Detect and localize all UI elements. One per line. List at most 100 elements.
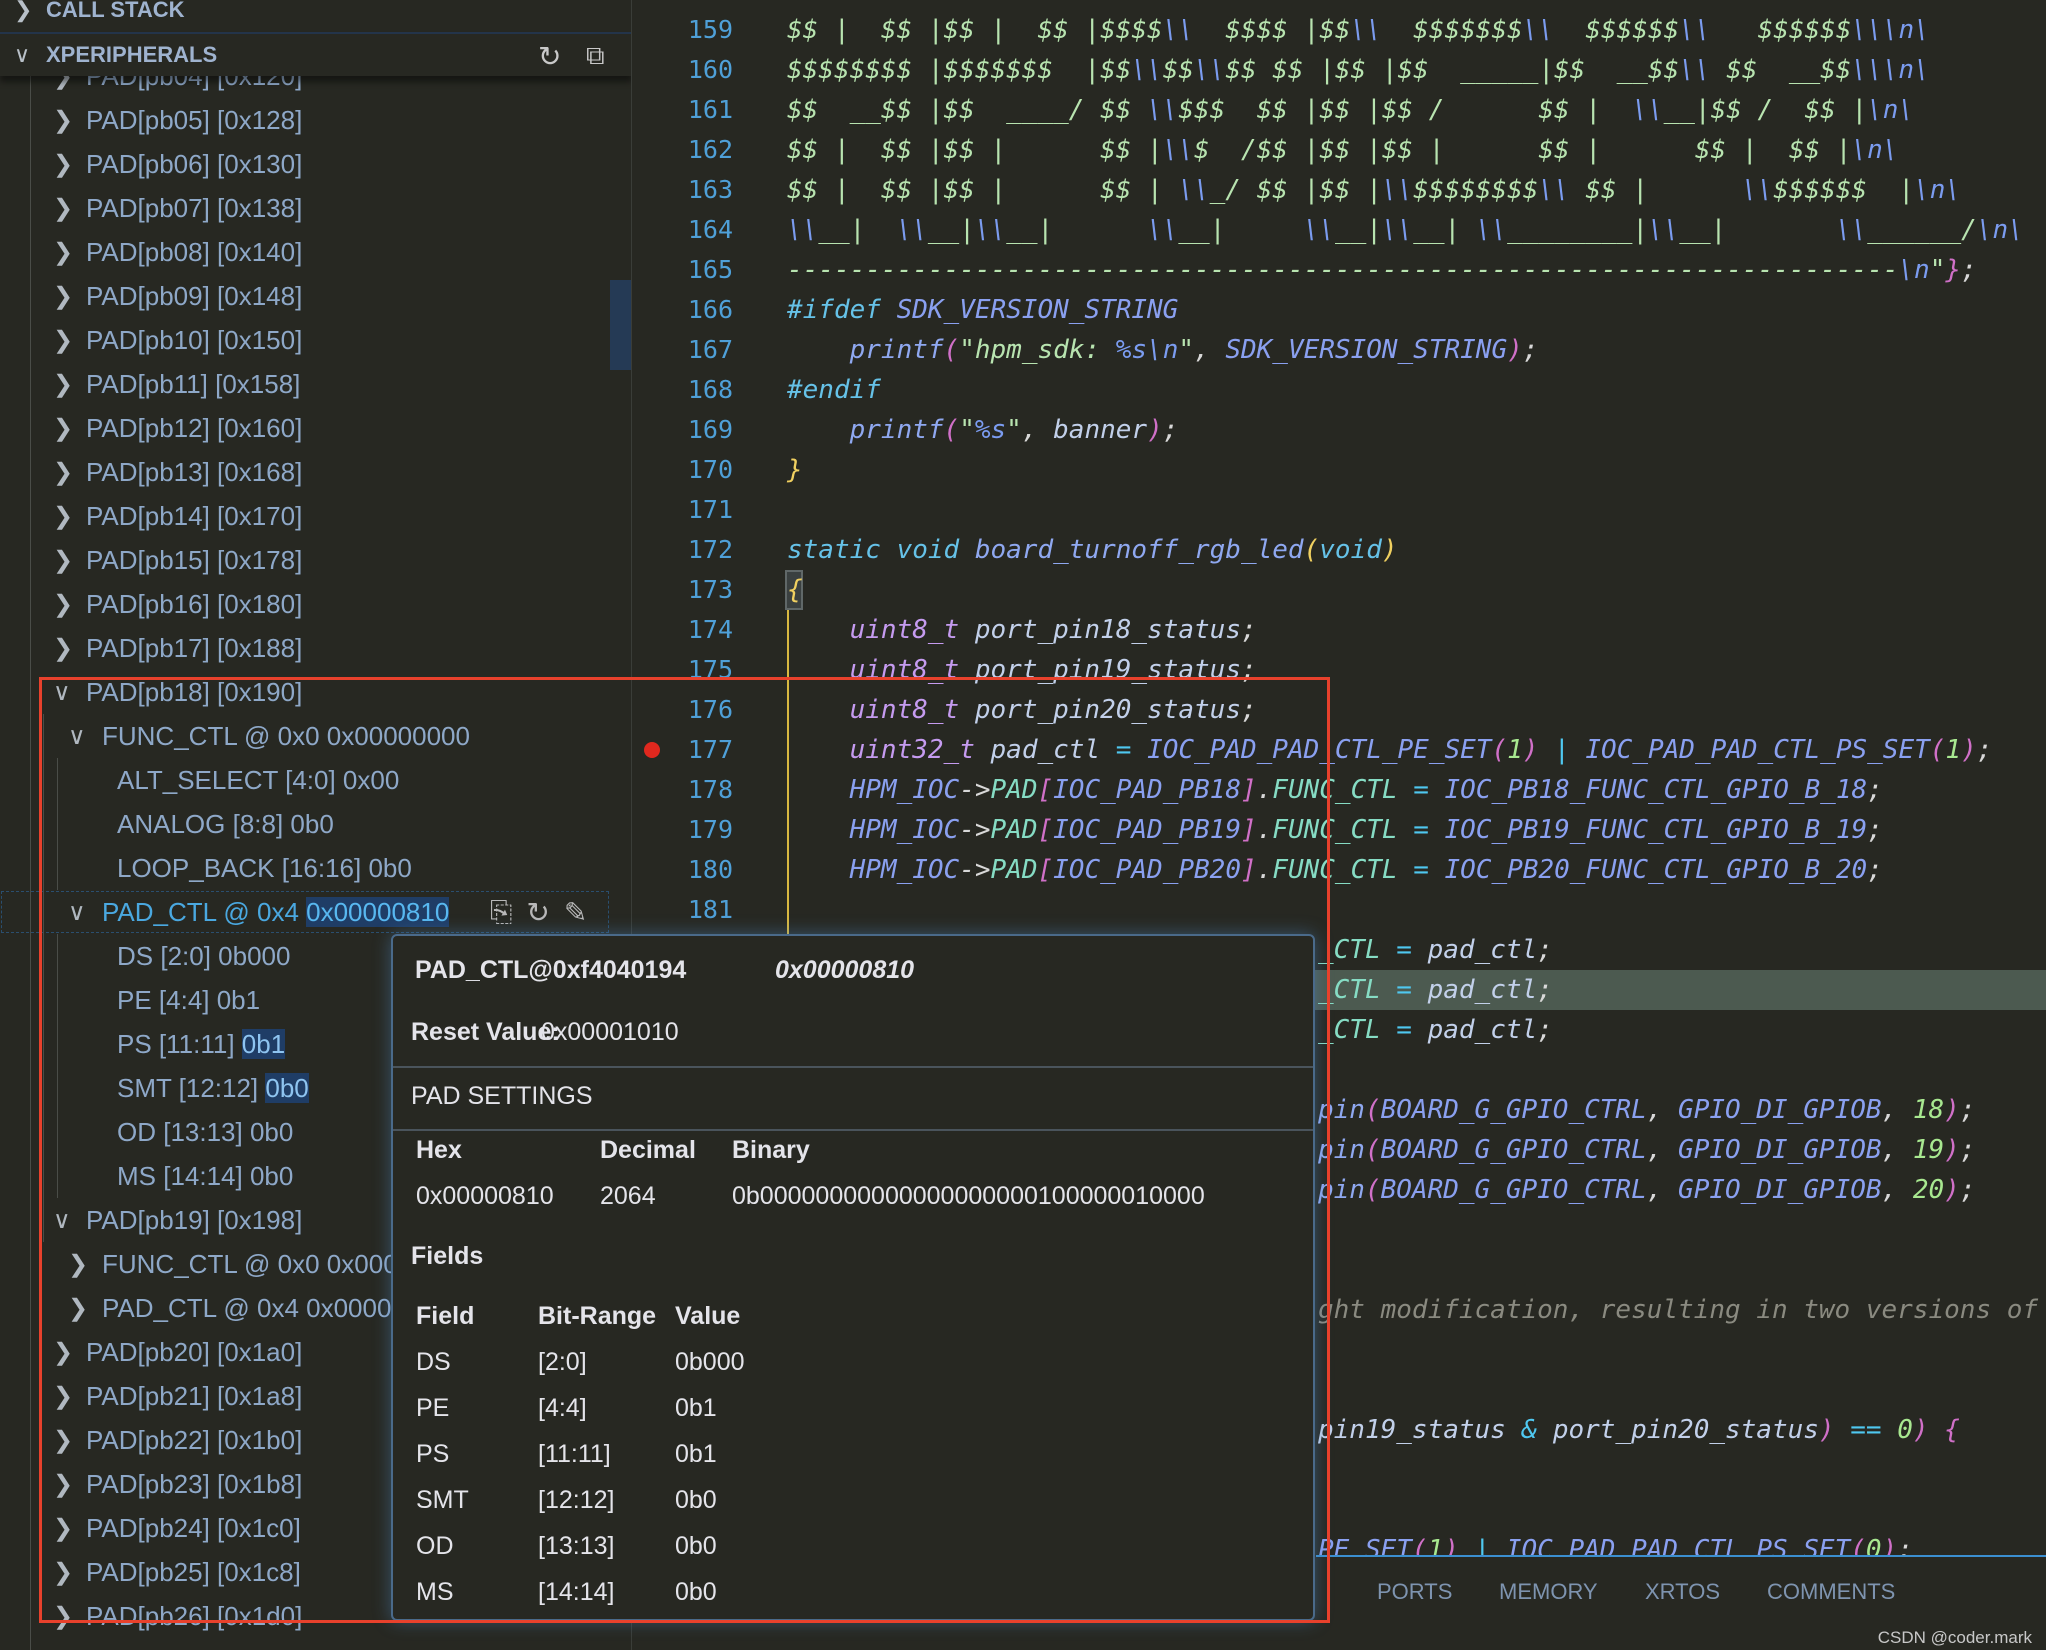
code-line[interactable]: ght modification, resulting in two versi… [1318, 1290, 2038, 1330]
code-line[interactable]: uint32_t pad_ctl = IOC_PAD_PAD_CTL_PE_SE… [787, 730, 1993, 770]
sidebar-scrollbar-thumb[interactable] [610, 280, 631, 370]
code-line[interactable]: pin(BOARD_G_GPIO_CTRL, GPIO_DI_GPIOB, 18… [1318, 1090, 1975, 1130]
code-token: $$ | $$ |$$ | $$ |$$$$ [787, 15, 1163, 45]
tree-item[interactable]: ALT_SELECT [4:0] 0x00 [0, 758, 610, 802]
code-line[interactable]: printf("hpm_sdk: %s\n", SDK_VERSION_STRI… [787, 330, 1539, 370]
chevron-down-icon[interactable]: ∨ [53, 1206, 71, 1235]
chevron-down-icon[interactable]: ∨ [53, 678, 71, 707]
chevron-right-icon[interactable]: ❯ [53, 194, 73, 223]
tree-item[interactable]: ❯ PAD[pb17] [0x188] [0, 626, 610, 670]
tree-item[interactable]: ❯ PAD[pb07] [0x138] [0, 186, 610, 230]
chevron-right-icon[interactable]: ❯ [68, 1294, 88, 1323]
tree-item[interactable]: ∨ PAD_CTL @ 0x4 0x00000810 ⎘ ↻ ✎ [0, 890, 610, 934]
code-token: __| [1413, 215, 1476, 245]
code-line[interactable]: pin19_status & port_pin20_status) == 0) … [1318, 1410, 1960, 1450]
tree-item[interactable]: ∨ FUNC_CTL @ 0x0 0x00000000 [0, 714, 610, 758]
chevron-down-icon[interactable]: ∨ [68, 722, 86, 751]
section-call-stack[interactable]: ❯ CALL STACK [0, 0, 631, 32]
code-token: ] [1240, 815, 1257, 845]
code-line[interactable]: static void board_turnoff_rgb_led(void) [787, 530, 1398, 570]
code-token: \\ [1350, 15, 1382, 45]
tree-item[interactable]: ❯ PAD[pb12] [0x160] [0, 406, 610, 450]
code-line[interactable]: $$$$$$$$ |$$$$$$$ |$$\\$$\\$$ $$ |$$ |$$… [787, 50, 1930, 90]
tree-item[interactable]: ❯ PAD[pb10] [0x150] [0, 318, 610, 362]
chevron-right-icon[interactable]: ❯ [53, 238, 73, 267]
code-line[interactable]: #endif [787, 370, 881, 410]
chevron-right-icon[interactable]: ❯ [53, 414, 73, 443]
chevron-right-icon[interactable]: ❯ [53, 458, 73, 487]
code-line[interactable]: HPM_IOC->PAD[IOC_PAD_PB20].FUNC_CTL = IO… [787, 850, 1883, 890]
refresh-icon[interactable]: ↻ [538, 40, 561, 73]
chevron-right-icon[interactable]: ❯ [53, 1470, 73, 1499]
code-line[interactable]: _CTL = pad_ctl; [1318, 1010, 1553, 1050]
chevron-right-icon[interactable]: ❯ [53, 634, 73, 663]
code-line[interactable]: HPM_IOC->PAD[IOC_PAD_PB19].FUNC_CTL = IO… [787, 810, 1883, 850]
chevron-right-icon[interactable]: ❯ [53, 502, 73, 531]
code-line[interactable]: $$ __$$ |$$ ____/ $$ \\$$$ $$ |$$ |$$ / … [787, 90, 1914, 130]
chevron-right-icon[interactable]: ❯ [53, 1558, 73, 1587]
chevron-right-icon[interactable]: ❯ [68, 1250, 88, 1279]
code-line[interactable]: ----------------------------------------… [787, 250, 1977, 290]
section-xperipherals[interactable]: ∨ XPERIPHERALS ↻ ⧉ [0, 32, 631, 76]
chevron-right-icon[interactable]: ❯ [53, 590, 73, 619]
code-token: { [1944, 1415, 1960, 1445]
code-line[interactable]: $$ | $$ |$$ | $$ |\\$ /$$ |$$ |$$ | $$ |… [787, 130, 1898, 170]
code-line[interactable]: \\__| \\__|\\__| \\__| \\__|\\__| \\____… [787, 210, 2024, 250]
code-line[interactable]: $$ | $$ |$$ | $$ | \\_/ $$ |$$ |\\$$$$$$… [787, 170, 1961, 210]
code-line[interactable]: pin(BOARD_G_GPIO_CTRL, GPIO_DI_GPIOB, 20… [1318, 1170, 1975, 1210]
code-line[interactable]: #ifdef SDK_VERSION_STRING [787, 290, 1178, 330]
tree-item-text: PAD[pb10] [0x150] [86, 324, 303, 355]
code-token: 1 [1507, 735, 1523, 765]
code-line[interactable]: } [787, 450, 803, 490]
tree-item[interactable]: ❯ PAD[pb16] [0x180] [0, 582, 610, 626]
chevron-right-icon[interactable]: ❯ [53, 326, 73, 355]
chevron-right-icon[interactable]: ❯ [53, 1514, 73, 1543]
tree-item[interactable]: ❯ PAD[pb06] [0x130] [0, 142, 610, 186]
tab-memory[interactable]: MEMORY [1499, 1579, 1598, 1605]
chevron-right-icon[interactable]: ❯ [53, 370, 73, 399]
chevron-right-icon[interactable]: ❯ [53, 282, 73, 311]
chevron-right-icon[interactable]: ❯ [53, 1426, 73, 1455]
tree-item[interactable]: ❯ PAD[pb05] [0x128] [0, 98, 610, 142]
tree-item[interactable]: ANALOG [8:8] 0b0 [0, 802, 610, 846]
refresh-icon[interactable]: ↻ [526, 896, 549, 929]
code-token: , [1881, 1135, 1913, 1165]
tree-item[interactable]: ❯ PAD[pb15] [0x178] [0, 538, 610, 582]
code-line[interactable]: HPM_IOC->PAD[IOC_PAD_PB18].FUNC_CTL = IO… [787, 770, 1883, 810]
chevron-right-icon[interactable]: ❯ [53, 1338, 73, 1367]
code-line[interactable]: uint8_t port_pin19_status; [787, 650, 1257, 690]
code-token: = [1413, 855, 1445, 885]
chevron-down-icon[interactable]: ∨ [68, 898, 86, 927]
chevron-right-icon[interactable]: ❯ [53, 1382, 73, 1411]
code-line[interactable]: _CTL = pad_ctl; [1318, 970, 1553, 1010]
chevron-right-icon[interactable]: ❯ [53, 150, 73, 179]
code-token: \\ [1835, 215, 1868, 245]
code-line[interactable]: printf("%s", banner); [787, 410, 1179, 450]
tree-item[interactable]: ❯ PAD[pb11] [0x158] [0, 362, 610, 406]
code-token: ( [1364, 1095, 1381, 1125]
chevron-right-icon[interactable]: ❯ [53, 1602, 73, 1631]
code-line[interactable]: { [787, 570, 803, 610]
tree-item[interactable]: ❯ PAD[pb14] [0x170] [0, 494, 610, 538]
tree-item-label: PAD[pb06] [0x130] [86, 149, 302, 180]
tree-item[interactable]: ❯ PAD[pb13] [0x168] [0, 450, 610, 494]
code-line[interactable]: _CTL = pad_ctl; [1318, 930, 1553, 970]
tab-comments[interactable]: COMMENTS [1767, 1579, 1895, 1605]
tree-item-label: PAD[pb05] [0x128] [86, 105, 302, 136]
tree-item[interactable]: ∨ PAD[pb18] [0x190] [0, 670, 610, 714]
copy-icon[interactable]: ⎘ [490, 896, 512, 929]
tab-xrtos[interactable]: XRTOS [1645, 1579, 1720, 1605]
tab-ports[interactable]: PORTS [1377, 1579, 1452, 1605]
chevron-right-icon[interactable]: ❯ [53, 106, 73, 135]
code-token: ) [1944, 1135, 1960, 1165]
tree-item[interactable]: ❯ PAD[pb09] [0x148] [0, 274, 610, 318]
tree-item[interactable]: LOOP_BACK [16:16] 0b0 [0, 846, 610, 890]
code-line[interactable]: $$ | $$ |$$ | $$ |$$$$\\ $$$$ |$$\\ $$$$… [787, 10, 1930, 50]
code-line[interactable]: uint8_t port_pin18_status; [787, 610, 1257, 650]
chevron-right-icon[interactable]: ❯ [53, 546, 73, 575]
tree-item[interactable]: ❯ PAD[pb08] [0x140] [0, 230, 610, 274]
edit-icon[interactable]: ✎ [564, 896, 587, 929]
code-line[interactable]: pin(BOARD_G_GPIO_CTRL, GPIO_DI_GPIOB, 19… [1318, 1130, 1975, 1170]
code-line[interactable]: uint8_t port_pin20_status; [787, 690, 1257, 730]
collapse-all-icon[interactable]: ⧉ [586, 40, 605, 72]
